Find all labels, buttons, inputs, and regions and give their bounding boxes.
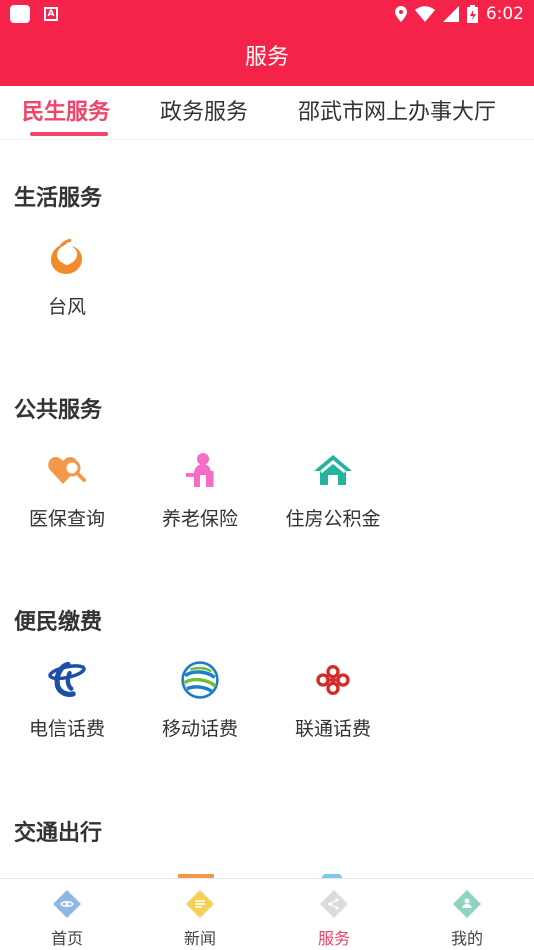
status-time: 6:02 <box>485 4 524 24</box>
signal-icon <box>442 6 459 22</box>
service-item-housing-fund[interactable]: 住房公积金 <box>278 450 388 531</box>
typhoon-icon <box>47 238 87 278</box>
active-tab-indicator <box>30 132 108 136</box>
service-item-label: 电信话费 <box>28 718 105 740</box>
nav-label: 新闻 <box>183 929 216 948</box>
china-mobile-icon <box>180 660 220 700</box>
section-title-public-services: 公共服务 <box>14 398 103 423</box>
service-item-label: 养老保险 <box>161 508 238 530</box>
wifi-icon <box>414 6 435 22</box>
news-icon <box>185 889 215 919</box>
china-unicom-icon <box>313 660 353 700</box>
service-item-medical-insurance[interactable]: 医保查询 <box>12 450 122 531</box>
section-title-transportation: 交通出行 <box>14 821 103 846</box>
elderly-insurance-icon <box>180 450 220 490</box>
medical-insurance-icon <box>47 450 87 490</box>
service-item-telecom-bill[interactable]: 电信话费 <box>12 660 122 741</box>
housing-fund-icon <box>313 450 353 490</box>
home-icon <box>52 889 82 919</box>
nav-label: 我的 <box>450 929 483 948</box>
service-item-elderly-insurance[interactable]: 养老保险 <box>145 450 255 531</box>
notification-icon <box>10 5 30 23</box>
page-title: 服务 <box>0 30 534 86</box>
service-item-typhoon[interactable]: 台风 <box>12 238 122 319</box>
service-item-label: 医保查询 <box>28 508 105 530</box>
service-item-label: 台风 <box>47 296 86 318</box>
tab-livelihood-services[interactable]: 民生服务 <box>22 94 110 126</box>
nav-label: 首页 <box>50 929 83 948</box>
tab-government-services[interactable]: 政务服务 <box>160 94 248 126</box>
location-icon <box>394 6 407 22</box>
battery-icon <box>466 5 478 23</box>
app-notification-icon: A <box>44 7 58 21</box>
tab-online-service-hall[interactable]: 邵武市网上办事大厅 <box>298 94 496 126</box>
nav-item-home[interactable]: 首页 <box>17 889 117 949</box>
nav-label: 服务 <box>317 929 350 948</box>
nav-item-profile[interactable]: 我的 <box>417 889 517 949</box>
nav-item-news[interactable]: 新闻 <box>150 889 250 949</box>
bottom-navigation: 首页 新闻 服务 我的 <box>0 878 534 950</box>
service-item-label: 移动话费 <box>161 718 238 740</box>
service-icon <box>319 889 349 919</box>
service-item-label: 住房公积金 <box>285 508 381 530</box>
nav-item-service[interactable]: 服务 <box>284 889 384 949</box>
status-bar: A 6:02 <box>0 0 534 30</box>
china-telecom-icon <box>47 660 87 700</box>
section-title-life-services: 生活服务 <box>14 186 103 211</box>
profile-icon <box>452 889 482 919</box>
service-item-mobile-bill[interactable]: 移动话费 <box>145 660 255 741</box>
tab-bar: 民生服务 政务服务 邵武市网上办事大厅 <box>0 86 534 140</box>
service-item-label: 联通话费 <box>294 718 371 740</box>
service-item-unicom-bill[interactable]: 联通话费 <box>278 660 388 741</box>
section-title-payment-services: 便民缴费 <box>14 610 103 635</box>
